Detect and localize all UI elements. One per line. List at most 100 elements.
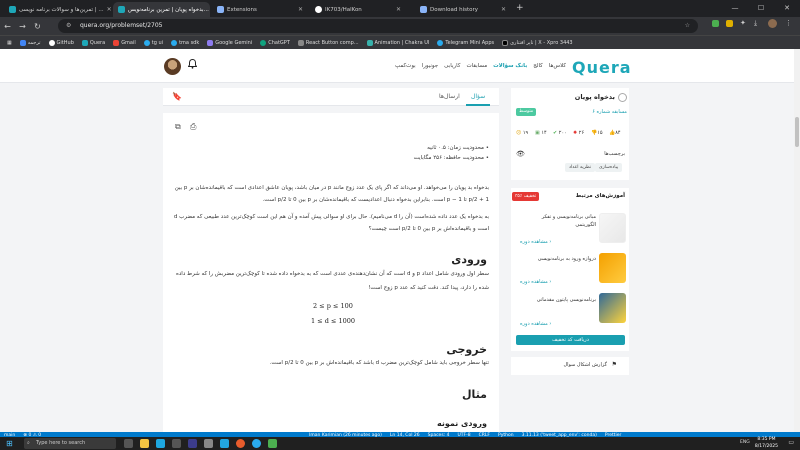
close-icon[interactable]: ✕ [396,6,401,13]
bell-icon[interactable] [187,58,198,72]
nav-juniora[interactable]: جونیورا [422,63,438,69]
app-icon[interactable] [204,439,213,448]
clock-time: 8:35 PM [757,437,776,442]
limit-memory: • محدودیت حافظه: ۲۵۶ مگابایت [413,155,489,161]
print-icon[interactable]: ⎙ [190,122,196,132]
windows-start-icon[interactable]: ⊞ [6,439,13,448]
avatar[interactable] [164,58,181,75]
tab-question[interactable]: سؤال [466,88,491,106]
bookmark-item[interactable]: ChatGPT [257,39,293,46]
nav-college[interactable]: کالج [533,63,543,69]
star-icon[interactable]: ☆ [685,19,690,33]
tab-submissions[interactable]: ارسال‌ها [439,88,460,106]
nav-problemset[interactable]: بانک سؤالات [493,63,527,69]
report-link[interactable]: گزارش اشکال سوال [563,362,607,368]
telegram-icon[interactable] [252,439,261,448]
browser-tab-2[interactable]: بدخواه پویان | تمرین برنامه‌نویس... ✕ [113,2,210,17]
statement-paragraph: به بدخواه یک عدد داده شده‌است (آن را d م… [173,214,489,220]
contest-link[interactable]: مسابقه شماره ۶ [592,109,627,115]
telegram-icon [143,39,150,46]
bookmark-item[interactable]: React Button comp... [295,39,362,46]
extension-icon[interactable] [726,20,733,27]
tag-number-theory[interactable]: نظریه اعداد [565,163,596,172]
browser-tab-1[interactable]: تمرین‌ها و سوالات برنامه نویسی | ... ✕ [4,2,112,17]
eye-icon[interactable]: 👁 [516,150,525,158]
statement-paragraph: است و باقیمانده‌اش بر p بین 0 تا p/2 است… [368,226,489,232]
course-thumbnail[interactable] [599,213,626,243]
page-scrollbar[interactable] [794,49,800,432]
puzzle-icon [217,6,224,13]
puzzle-icon[interactable]: ✦ [740,19,746,27]
browser-tab-5[interactable]: Download history ✕ [415,2,511,17]
file-explorer-icon[interactable] [140,439,149,448]
course-link[interactable]: ‹ مشاهده دوره [520,321,551,327]
bookmark-icon[interactable]: 🔖 [172,92,182,101]
new-tab-button[interactable]: + [516,3,524,13]
site-info-icon[interactable]: ⚙ [66,19,71,33]
difficulty-badge: متوسط [516,108,537,116]
language-indicator[interactable]: ENG [740,440,750,445]
url-input[interactable]: ⚙ quera.org/problemset/2705 ☆ [58,19,698,33]
reload-icon[interactable]: ↻ [30,22,45,31]
course-title[interactable]: برنامه‌نویسی پایتون مقدماتی [521,296,596,304]
course-link[interactable]: ‹ مشاهده دوره [520,279,551,285]
bookmark-item[interactable]: Animation | Chakra UI [364,39,433,46]
copy-icon[interactable]: ⧉ [175,122,181,132]
bookmark-item[interactable]: tg ui [141,39,166,46]
app-icon[interactable] [268,439,277,448]
back-icon[interactable]: ← [0,22,15,31]
gmail-icon [113,39,120,46]
maximize-icon[interactable]: ☐ [748,0,774,17]
course-thumbnail[interactable] [599,253,626,283]
nav-contests[interactable]: مسابقات [466,63,487,69]
discount-code-button[interactable]: دریافت کد تخفیف [516,335,625,345]
minimize-icon[interactable]: — [722,0,748,17]
taskbar-search[interactable]: ⌕ Type here to search [24,438,116,449]
telegram-icon [437,39,444,46]
course-link[interactable]: ‹ مشاهده دوره [520,239,551,245]
course-thumbnail[interactable] [599,293,626,323]
tag-implementation[interactable]: پیاده‌سازی [595,163,623,172]
menu-icon[interactable]: ⋮ [785,19,792,27]
course-title[interactable]: مبانی برنامه‌نویسی و تفکر الگوریتمی [521,213,596,229]
forward-icon[interactable]: → [15,22,30,31]
download-icon[interactable]: ⤓ [754,19,757,28]
task-view-icon[interactable] [124,439,133,448]
app-icon[interactable] [156,439,165,448]
bookmark-item[interactable]: tma sdk [168,39,202,46]
extension-icon[interactable] [712,20,719,27]
nav-jobs[interactable]: کاریابی [444,63,460,69]
bookmark-item[interactable]: تاپر افتتاری | X - Xpro 3443 [499,39,576,46]
quera-favicon-icon [118,6,125,13]
bookmark-item[interactable]: Google Gemini [204,39,255,46]
browser-tab-3[interactable]: Extensions ✕ [212,2,308,17]
search-icon: ⌕ [27,440,30,446]
close-icon[interactable]: ✕ [501,6,506,13]
report-card[interactable]: گزارش اشکال سوال ⚑ [511,357,629,375]
nav-classes[interactable]: کلاس‌ها [549,63,566,69]
bookmark-item[interactable]: Quera [79,39,108,46]
browser-tab-4[interactable]: IK703/HalKon ✕ [310,2,406,17]
app-icon[interactable] [172,439,181,448]
quera-favicon-icon [9,6,16,13]
quera-logo[interactable]: Quera [572,58,632,77]
close-icon[interactable]: ✕ [298,6,303,13]
close-window-icon[interactable]: ✕ [774,0,800,17]
profile-avatar[interactable] [768,19,777,28]
bookmark-item[interactable]: Telegram Mini Apps [434,39,497,46]
apps-icon[interactable]: ▦ [4,40,15,46]
bookmark-item[interactable]: Gmail [110,39,139,46]
chrome-icon[interactable] [236,439,245,448]
bookmark-item[interactable]: GitHub [46,39,77,46]
notification-icon[interactable]: ▭ [788,439,794,446]
app-icon[interactable] [188,439,197,448]
nav-bootcamp[interactable]: بوت‌کمپ [395,63,416,69]
course-title[interactable]: دروازه ورود به برنامه‌نویسی [521,255,596,263]
taskbar-clock[interactable]: 8:35 PM 8/17/2025 [755,437,778,450]
vscode-icon[interactable] [220,439,229,448]
bookmark-item[interactable]: ترجمه [17,39,44,46]
stat-likes: 👍۸۴ [609,130,621,136]
scrollbar-thumb[interactable] [795,117,799,147]
url-text: quera.org/problemset/2705 [80,22,163,29]
close-icon[interactable]: ✕ [107,6,112,13]
